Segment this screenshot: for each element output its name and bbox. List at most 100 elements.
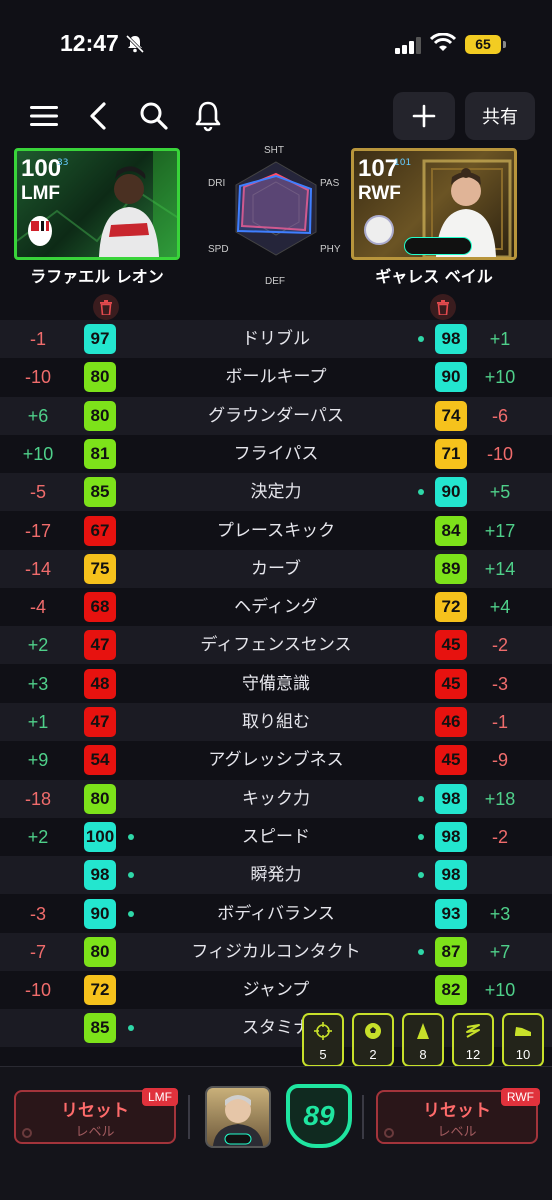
skill-button-boot[interactable]: 10 — [502, 1013, 544, 1067]
remove-player-right-button[interactable] — [430, 294, 456, 320]
stat-value-right: 74 — [435, 400, 467, 431]
add-button[interactable] — [393, 92, 455, 140]
stat-diff-left: +10 — [22, 443, 54, 464]
remove-player-left-button[interactable] — [93, 294, 119, 320]
player-card-right[interactable]: 107 101 RWF — [351, 148, 517, 260]
stats-comparison-table: -1 97 ドリブル 98 +1 -10 80 ボールキープ 90 +10 +6 80 グラウンダーパス… — [0, 320, 552, 1064]
stat-diff-left: -1 — [29, 329, 46, 349]
stat-diff-right: -10 — [486, 443, 513, 464]
stat-name: 守備意識 — [242, 673, 310, 694]
stat-row: +2 100 スピード 98 -2 — [0, 818, 552, 856]
stat-value-right: 89 — [435, 553, 467, 584]
team-strength-badge[interactable]: 89 — [286, 1084, 352, 1148]
stat-diff-right: -6 — [491, 405, 508, 426]
stat-diff-right: -2 — [491, 826, 508, 847]
stat-value-right: 45 — [435, 630, 467, 661]
stat-row: -4 68 ヘディング 72 +4 — [0, 588, 552, 626]
player-rating-left: 100 — [21, 155, 62, 182]
stat-diff-right: +4 — [489, 597, 511, 618]
stat-row: -5 85 決定力 90 +5 — [0, 473, 552, 512]
player-card-left[interactable]: 100 33 LMF — [14, 148, 180, 260]
bottom-action-bar: リセット レベル LMF 89 リセット レベル RWF — [0, 1066, 552, 1200]
search-icon[interactable] — [136, 98, 172, 134]
reset-level-right-button[interactable]: リセット レベル RWF — [376, 1088, 540, 1144]
stat-diff-right: -2 — [491, 635, 508, 656]
stat-value-right: 90 — [435, 477, 467, 508]
stat-diff-left: +6 — [27, 405, 49, 426]
trash-icon — [437, 299, 449, 315]
stat-row: +3 48 守備意識 45 -3 — [0, 665, 552, 703]
stat-value-left: 97 — [84, 324, 116, 354]
stat-diff-left: +2 — [27, 826, 49, 847]
skill-button-shooting[interactable]: 5 — [302, 1013, 344, 1067]
highlight-dot-icon — [128, 872, 134, 879]
stat-row: +9 54 アグレッシブネス 45 -9 — [0, 741, 552, 779]
stat-name: フライパス — [233, 443, 319, 464]
menu-icon[interactable] — [27, 98, 63, 134]
stat-value-left: 90 — [84, 898, 116, 929]
reset-level-left-button[interactable]: リセット レベル LMF — [14, 1088, 178, 1144]
stat-value-left: 47 — [84, 707, 116, 737]
stat-name: プレースキック — [216, 520, 336, 541]
stat-diff-left: -3 — [29, 903, 46, 924]
stat-value-left: 80 — [84, 362, 116, 393]
card-skill-chain — [404, 237, 472, 255]
player-position-right: RWF — [358, 183, 401, 204]
stat-name: カーブ — [251, 558, 301, 579]
stat-name: ジャンプ — [242, 980, 310, 1001]
share-button[interactable]: 共有 — [465, 92, 535, 140]
manager-portrait[interactable] — [205, 1086, 271, 1148]
notification-bell-icon[interactable] — [190, 98, 226, 134]
stat-diff-left: +9 — [27, 750, 49, 771]
player-name-left: ラファエル レオン — [30, 267, 164, 286]
divider — [188, 1095, 190, 1139]
club-badge-icon — [28, 216, 52, 246]
skill-count: 12 — [465, 1047, 481, 1062]
back-icon[interactable] — [82, 98, 118, 134]
radar-chart: SHT PAS PHY DEF SPD DRI — [200, 140, 352, 287]
highlight-dot-icon — [418, 795, 424, 802]
player-rating-right: 107 — [358, 155, 399, 182]
radar-label-dri: DRI — [208, 178, 226, 189]
stat-value-right: 82 — [435, 975, 467, 1006]
reset-position-tag: RWF — [500, 1088, 540, 1106]
stat-diff-left: +1 — [27, 712, 49, 732]
stat-diff-left: -10 — [24, 367, 51, 388]
stat-value-left: 68 — [84, 592, 116, 623]
battery-indicator: 65 — [465, 35, 506, 54]
radar-label-sht: SHT — [264, 145, 284, 156]
skill-button-cone[interactable]: 8 — [402, 1013, 444, 1067]
stat-diff-left: -5 — [29, 482, 46, 503]
stat-value-right: 46 — [435, 707, 467, 737]
player-position-left: LMF — [21, 183, 61, 204]
highlight-dot-icon — [418, 948, 424, 955]
stat-row: -3 90 ボディバランス 93 +3 — [0, 895, 552, 933]
cone-icon — [417, 1023, 429, 1039]
skill-button-swerve[interactable]: 12 — [452, 1013, 494, 1067]
stat-diff-left: -14 — [24, 558, 51, 579]
stat-row: -1 97 ドリブル 98 +1 — [0, 320, 552, 358]
stat-diff-right: +18 — [484, 788, 516, 809]
radar-label-pas: PAS — [320, 178, 340, 189]
boot-icon — [515, 1027, 531, 1036]
stat-name: フィジカルコンタクト — [191, 941, 361, 962]
toolbar: 共有 — [0, 92, 552, 142]
stat-value-right: 98 — [435, 324, 467, 354]
stat-name: グラウンダーパス — [208, 405, 344, 426]
gear-icon — [22, 1128, 32, 1138]
skill-button-ball[interactable]: 2 — [352, 1013, 394, 1067]
stat-diff-right: -3 — [491, 673, 508, 694]
stat-diff-right — [470, 856, 530, 894]
stat-value-left: 85 — [84, 1013, 116, 1044]
stat-diff-right: +3 — [489, 903, 511, 924]
stat-name: ボールキープ — [225, 367, 327, 388]
stat-diff-right: +1 — [489, 329, 511, 349]
stat-row: -14 75 カーブ 89 +14 — [0, 549, 552, 588]
radar-graph — [235, 161, 317, 256]
reset-subtitle: レベル — [75, 1125, 115, 1140]
skill-count: 5 — [319, 1047, 327, 1062]
stat-row: -18 80 キック力 98 +18 — [0, 779, 552, 818]
radar-label-phy: PHY — [320, 244, 341, 255]
stat-value-left: 80 — [84, 400, 116, 431]
stat-diff-left: +3 — [27, 673, 49, 694]
